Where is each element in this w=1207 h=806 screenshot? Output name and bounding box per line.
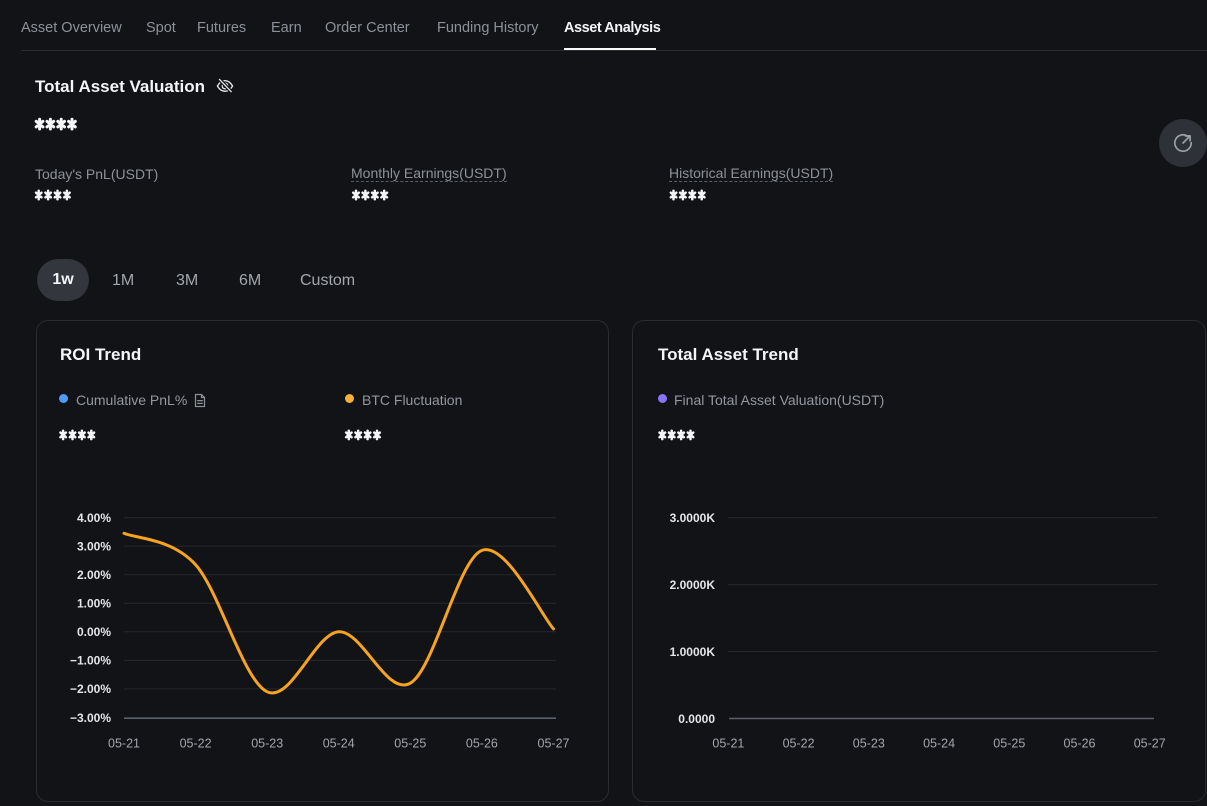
svg-text:05-22: 05-22 <box>180 737 212 751</box>
svg-text:1.00%: 1.00% <box>77 597 111 611</box>
svg-text:0.0000: 0.0000 <box>678 712 715 726</box>
svg-text:05-24: 05-24 <box>923 737 955 751</box>
svg-text:2.0000K: 2.0000K <box>670 578 716 592</box>
svg-text:1.0000K: 1.0000K <box>670 645 716 659</box>
svg-text:3.00%: 3.00% <box>77 539 111 553</box>
svg-text:05-26: 05-26 <box>1064 737 1096 751</box>
svg-text:05-25: 05-25 <box>993 737 1025 751</box>
svg-text:05-21: 05-21 <box>108 737 140 751</box>
svg-text:05-23: 05-23 <box>853 737 885 751</box>
svg-text:4.00%: 4.00% <box>77 511 111 525</box>
svg-text:05-27: 05-27 <box>538 737 570 751</box>
svg-text:05-26: 05-26 <box>466 737 498 751</box>
svg-text:05-21: 05-21 <box>712 737 744 751</box>
svg-text:−2.00%: −2.00% <box>70 682 111 696</box>
svg-text:05-23: 05-23 <box>251 737 283 751</box>
svg-text:05-27: 05-27 <box>1134 737 1166 751</box>
svg-text:2.00%: 2.00% <box>77 568 111 582</box>
svg-text:05-22: 05-22 <box>783 737 815 751</box>
svg-text:0.00%: 0.00% <box>77 625 111 639</box>
svg-text:05-24: 05-24 <box>323 737 355 751</box>
svg-text:−1.00%: −1.00% <box>70 654 111 668</box>
svg-text:3.0000K: 3.0000K <box>670 511 716 525</box>
svg-text:05-25: 05-25 <box>394 737 426 751</box>
svg-text:−3.00%: −3.00% <box>70 711 111 725</box>
